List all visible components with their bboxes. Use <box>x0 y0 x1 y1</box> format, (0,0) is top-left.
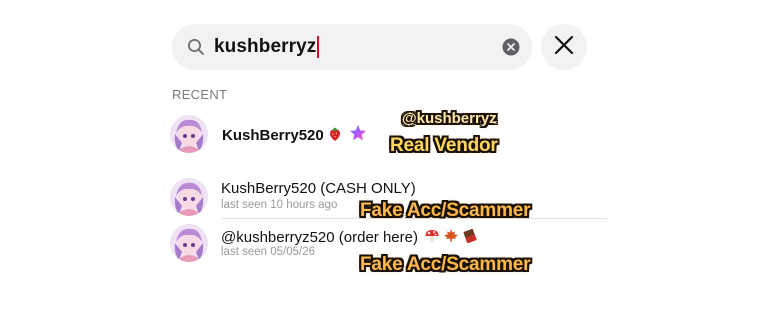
chocolate-bar-emoji-icon <box>462 228 478 248</box>
search-input[interactable]: kushberryz <box>214 36 502 58</box>
section-title-recent: RECENT <box>172 87 228 102</box>
annotation-real-vendor: Real Vendor <box>390 135 498 156</box>
annotation-fake-account-1: Fake Acc/Scammer <box>360 200 531 221</box>
result-name: @kushberryz520 (order here) <box>221 228 478 248</box>
last-seen-text: last seen 10 hours ago <box>221 199 338 211</box>
avatar <box>170 178 208 216</box>
star-icon <box>349 124 367 146</box>
strawberry-emoji-icon <box>327 126 343 146</box>
annotation-fake-account-2: Fake Acc/Scammer <box>360 254 531 275</box>
result-name: KushBerry520 (CASH ONLY) <box>221 180 416 197</box>
clear-icon[interactable] <box>502 38 520 56</box>
result-name: KushBerry520 <box>222 124 367 146</box>
last-seen-text: last seen 05/05/26 <box>221 246 315 258</box>
avatar <box>170 115 208 153</box>
result-name-text: @kushberryz520 (order here) <box>221 229 418 246</box>
mushroom-emoji-icon <box>424 228 440 248</box>
search-query-text: kushberryz <box>214 36 317 57</box>
result-name-text: KushBerry520 <box>222 127 324 144</box>
avatar <box>170 224 208 262</box>
annotation-handle-label: @kushberryz <box>402 110 497 127</box>
close-icon <box>553 34 575 61</box>
maple-leaf-emoji-icon <box>443 228 459 248</box>
text-caret <box>317 36 320 58</box>
search-icon <box>186 37 206 57</box>
search-field[interactable]: kushberryz <box>172 24 532 70</box>
close-button[interactable] <box>541 24 587 70</box>
